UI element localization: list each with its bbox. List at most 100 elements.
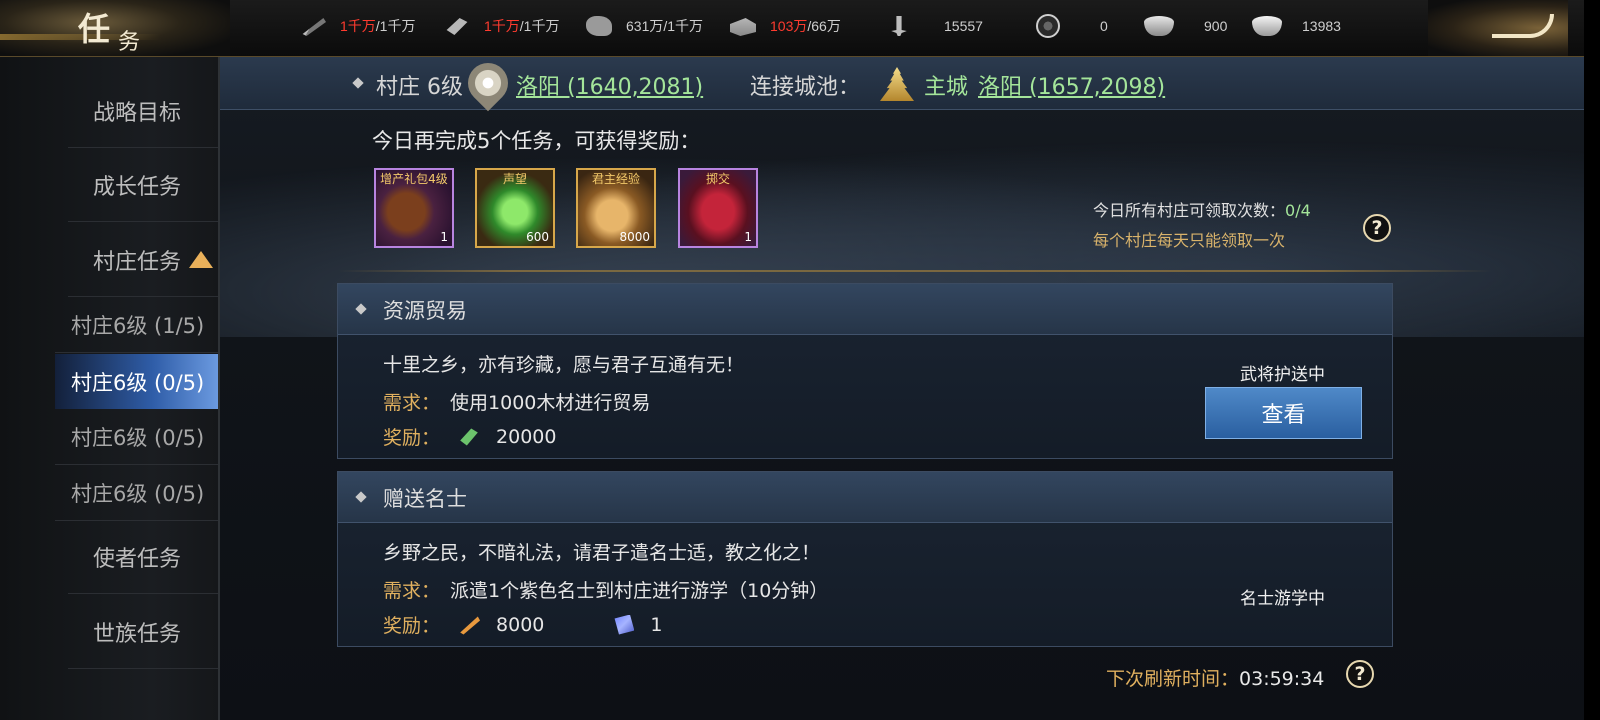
reward-count: 1 <box>744 230 752 244</box>
resource-wood[interactable]: 1千万 /1千万 <box>444 0 559 52</box>
gold-ingot-icon <box>1144 16 1174 36</box>
resource-iron-current: 103万 <box>770 18 808 34</box>
view-button[interactable]: 查看 <box>1205 387 1362 439</box>
reward-tag: 掷交 <box>705 172 730 186</box>
silver-ingot-icon <box>1252 16 1282 36</box>
card-requirement: 需求： 使用1000木材进行贸易 <box>383 388 650 415</box>
sidebar-item-village-tasks[interactable]: 村庄任务 <box>68 223 218 297</box>
card-header: 资源贸易 <box>338 284 1392 335</box>
back-button[interactable] <box>1428 0 1568 56</box>
resource-wood-current: 1千万 <box>484 18 520 34</box>
resource-gold-value: 900 <box>1204 18 1228 34</box>
resource-iron[interactable]: 103万 /66万 <box>730 0 841 52</box>
village-info-bar: 村庄 6级 洛阳 (1640,2081) 连接城池： 主城 洛阳 (1657,2… <box>220 57 1584 112</box>
wood-icon <box>446 18 468 35</box>
daily-reward-text: 今日再完成5个任务，可获得奖励： <box>372 129 701 153</box>
subitem-label: 村庄6级 (1/5) <box>71 314 205 338</box>
reward-count: 1 <box>440 230 448 244</box>
wood-icon <box>460 428 478 446</box>
top-bar: 任 务 1千万 /1千万 1千万 /1千万 631万 /1千万 103万 /66… <box>0 0 1584 57</box>
reward-tag: 君主经验 <box>591 172 640 186</box>
requirement-label: 需求： <box>383 580 441 602</box>
subitem-label: 村庄6级 (0/5) <box>71 482 205 506</box>
stone-icon <box>586 16 612 36</box>
main-panel: 村庄 6级 洛阳 (1640,2081) 连接城池： 主城 洛阳 (1657,2… <box>220 57 1584 720</box>
resource-food-current: 1千万 <box>340 18 376 34</box>
resource-iron-max: /66万 <box>807 18 841 34</box>
back-arrow-icon <box>1492 14 1554 38</box>
task-status: 武将护送中 <box>1240 365 1325 385</box>
reward-value-2: 1 <box>650 613 663 636</box>
bullet-diamond-icon <box>355 491 367 503</box>
main-city-label: 主城 <box>924 75 969 100</box>
section-divider <box>338 270 1492 272</box>
main-city-coordinate-link[interactable]: 洛阳 (1657,2098) <box>978 69 1165 101</box>
page-title: 任 务 <box>0 0 230 56</box>
resource-stone-current: 631万 <box>626 18 664 34</box>
sidebar-item-label: 成长任务 <box>93 174 182 200</box>
help-icon[interactable]: ? <box>1346 660 1374 688</box>
resource-copper-value: 0 <box>1100 18 1108 34</box>
reward-value: 20000 <box>496 425 557 448</box>
sidebar-item-label: 使者任务 <box>93 546 182 572</box>
refresh-timer: 下次刷新时间：03:59:34 <box>1106 664 1324 691</box>
resource-food[interactable]: 1千万 /1千万 <box>300 0 415 52</box>
claim-count-text: 今日所有村庄可领取次数：0/4 <box>1093 197 1311 221</box>
sidebar-subitem-village-2[interactable]: 村庄6级 (0/5) <box>55 354 218 409</box>
reward-label: 奖励： <box>383 615 441 637</box>
sidebar-item-strategic-goals[interactable]: 战略目标 <box>68 74 218 148</box>
resource-stone[interactable]: 631万 /1千万 <box>586 0 703 52</box>
sidebar-item-envoy-tasks[interactable]: 使者任务 <box>68 520 218 594</box>
reward-tag: 声望 <box>502 172 527 186</box>
reward-item-prestige[interactable]: 声望 600 <box>475 168 555 248</box>
card-reward: 奖励： 8000 1 <box>383 611 662 638</box>
resource-soldiers[interactable]: 15557 <box>886 0 983 52</box>
iron-icon <box>730 18 756 36</box>
requirement-text: 使用1000木材进行贸易 <box>450 392 651 414</box>
reward-item-divination[interactable]: 掷交 1 <box>678 168 758 248</box>
sword-icon <box>891 16 907 36</box>
reward-label: 奖励： <box>383 427 441 449</box>
sidebar-item-label: 战略目标 <box>93 100 182 126</box>
resource-wood-max: /1千万 <box>519 18 560 34</box>
resource-silver[interactable]: 13983 <box>1252 0 1341 52</box>
subitem-label: 村庄6级 (0/5) <box>71 370 205 395</box>
location-pin-icon <box>459 57 517 112</box>
castle-icon <box>880 67 914 101</box>
sidebar-subitem-village-4[interactable]: 村庄6级 (0/5) <box>55 466 218 521</box>
scroll-icon <box>614 614 635 635</box>
village-name: 村庄 6级 <box>376 75 463 100</box>
card-header: 赠送名士 <box>338 472 1392 523</box>
sidebar-subitem-village-3[interactable]: 村庄6级 (0/5) <box>55 410 218 465</box>
sidebar-subitem-village-1[interactable]: 村庄6级 (1/5) <box>55 298 218 353</box>
wheat-icon <box>302 18 326 36</box>
title-char-2: 务 <box>118 30 141 55</box>
wheat-icon <box>460 616 481 635</box>
village-coordinate-link[interactable]: 洛阳 (1640,2081) <box>516 69 703 101</box>
resource-silver-value: 13983 <box>1302 18 1341 34</box>
task-status: 名士游学中 <box>1240 589 1325 609</box>
help-icon[interactable]: ? <box>1363 214 1391 242</box>
sidebar-item-clan-tasks[interactable]: 世族任务 <box>68 595 218 669</box>
linked-city-label: 连接城池： <box>750 75 861 100</box>
reward-item-production-pack[interactable]: 增产礼包4级 1 <box>374 168 454 248</box>
resource-gold[interactable]: 900 <box>1144 0 1227 52</box>
card-description: 十里之乡，亦有珍藏，愿与君子互通有无！ <box>383 354 745 376</box>
title-char-1: 任 <box>78 10 113 48</box>
card-requirement: 需求： 派遣1个紫色名士到村庄进行游学（10分钟） <box>383 576 828 603</box>
requirement-text: 派遣1个紫色名士到村庄进行游学（10分钟） <box>450 580 829 602</box>
resource-food-max: /1千万 <box>375 18 416 34</box>
reward-count: 600 <box>526 230 549 244</box>
subitem-label: 村庄6级 (0/5) <box>71 426 205 450</box>
resource-stone-max: /1千万 <box>663 18 704 34</box>
coin-icon <box>1036 14 1060 38</box>
claim-note-text: 每个村庄每天只能领取一次 <box>1093 231 1286 250</box>
title-ornament <box>0 34 230 40</box>
task-card-gift-scholar: 赠送名士 乡野之民，不暗礼法，请君子遣名士适，教之化之！ 需求： 派遣1个紫色名士… <box>337 471 1393 647</box>
resource-copper[interactable]: 0 <box>1036 0 1108 52</box>
expand-triangle-icon <box>189 251 214 268</box>
reward-tag: 增产礼包4级 <box>380 172 448 186</box>
sidebar-item-label: 村庄任务 <box>93 249 182 275</box>
reward-item-lord-exp[interactable]: 君主经验 8000 <box>576 168 656 248</box>
sidebar-item-growth-tasks[interactable]: 成长任务 <box>68 148 218 222</box>
